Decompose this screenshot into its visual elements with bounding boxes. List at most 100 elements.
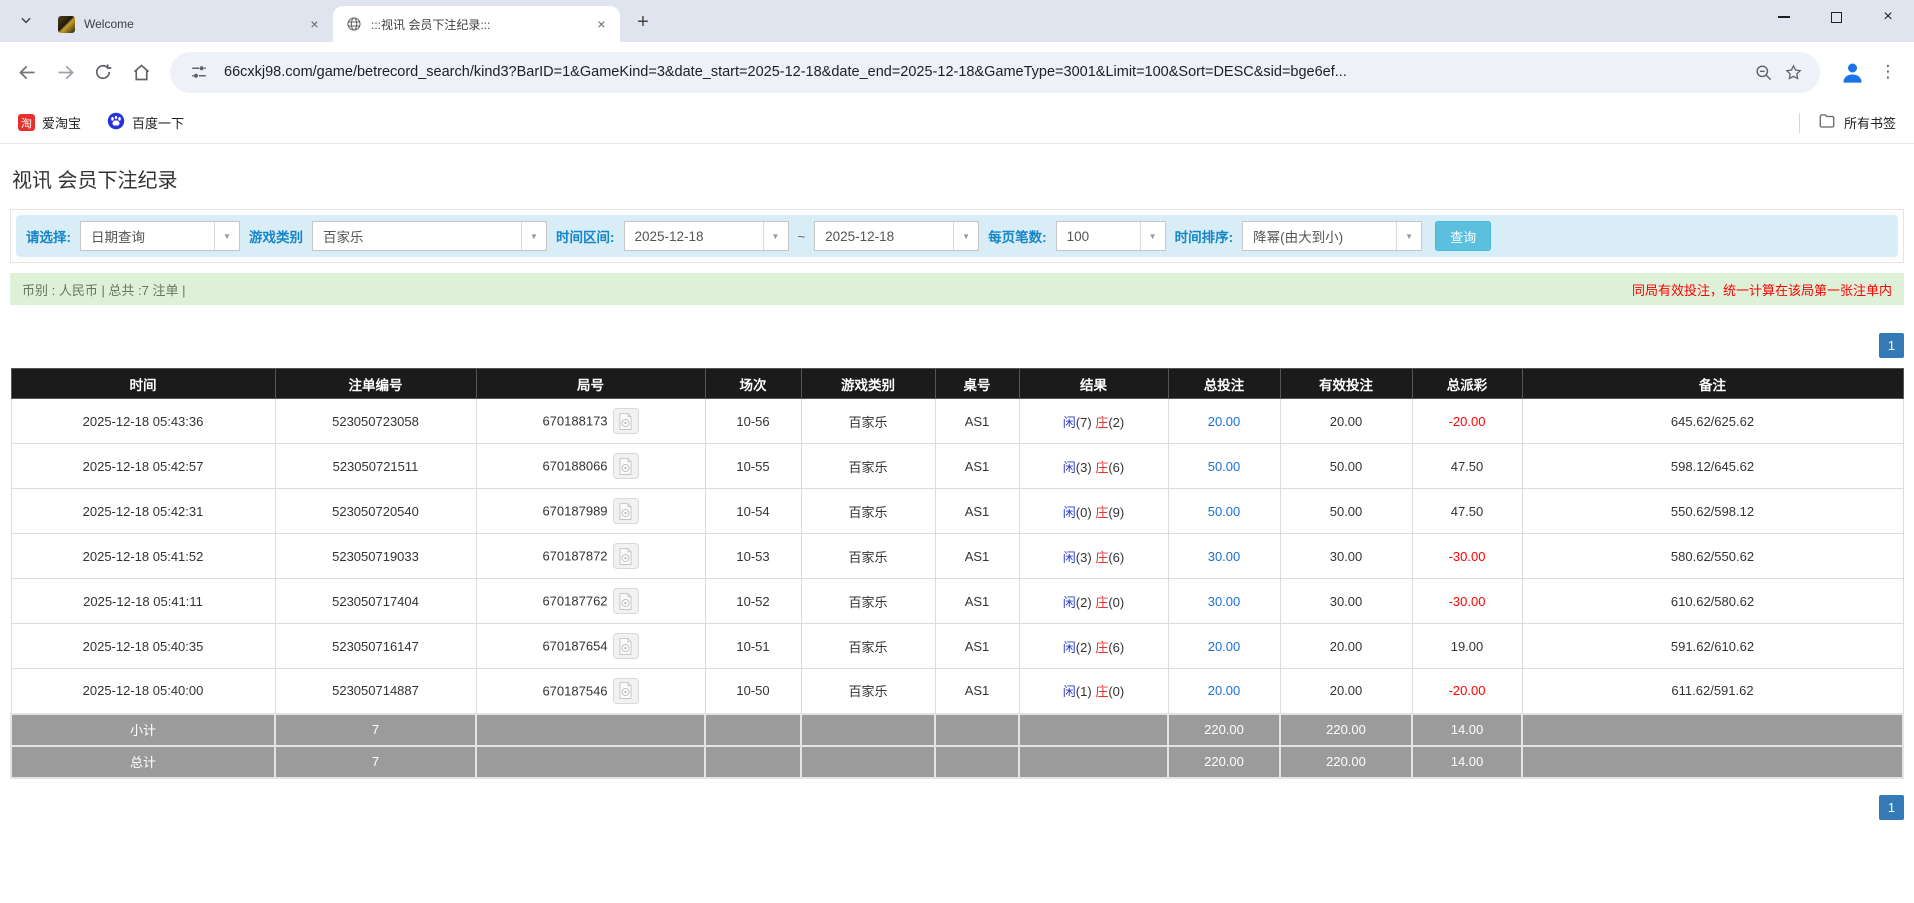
- payout-cell: 19.00: [1412, 624, 1522, 669]
- total-bet-cell[interactable]: 50.00: [1168, 489, 1280, 534]
- table-row: 2025-12-18 05:43:36523050723058670188173…: [11, 399, 1903, 444]
- home-button[interactable]: [122, 53, 160, 91]
- dropdown-arrow-icon: ▼: [1396, 222, 1421, 250]
- browser-menu-icon[interactable]: ⋮: [1876, 54, 1900, 90]
- game-cell: 百家乐: [801, 579, 935, 624]
- footer-cell: [1019, 714, 1168, 746]
- video-record-icon[interactable]: [613, 678, 639, 704]
- footer-cell: [935, 746, 1019, 778]
- footer-cell: 220.00: [1280, 746, 1412, 778]
- video-record-icon[interactable]: [613, 498, 639, 524]
- column-header: 注单编号: [275, 369, 476, 399]
- round-cell: 670187762: [476, 579, 705, 624]
- date-end-select[interactable]: 2025-12-18 ▼: [814, 221, 979, 251]
- video-record-icon[interactable]: [613, 408, 639, 434]
- table-row: 2025-12-18 05:40:35523050716147670187654…: [11, 624, 1903, 669]
- video-record-icon[interactable]: [613, 633, 639, 659]
- address-bar[interactable]: 66cxkj98.com/game/betrecord_search/kind3…: [170, 52, 1820, 93]
- video-record-icon[interactable]: [613, 453, 639, 479]
- video-record-icon[interactable]: [613, 588, 639, 614]
- query-button[interactable]: 查询: [1435, 221, 1491, 251]
- page-number-button[interactable]: 1: [1879, 333, 1904, 358]
- folder-icon: [1818, 112, 1836, 133]
- currency-summary: 币别 : 人民币 | 总共 :7 注单 |: [22, 280, 186, 299]
- valid-bet-cell: 50.00: [1280, 489, 1412, 534]
- table-no-cell: AS1: [935, 579, 1019, 624]
- round-cell: 670187654: [476, 624, 705, 669]
- filter-panel: 请选择: 日期查询 ▼ 游戏类别 百家乐 ▼ 时间区间: 2025-12-18 …: [10, 209, 1904, 263]
- remark-cell: 610.62/580.62: [1522, 579, 1903, 624]
- tab-search-button[interactable]: [12, 8, 40, 36]
- total-bet-cell[interactable]: 30.00: [1168, 579, 1280, 624]
- subtotal-row: 小计7220.00220.0014.00: [11, 714, 1903, 746]
- page-title: 视讯 会员下注纪录: [12, 164, 1904, 193]
- round-no: 670187654: [542, 639, 607, 654]
- back-button[interactable]: [8, 53, 46, 91]
- total-bet-cell[interactable]: 20.00: [1168, 399, 1280, 444]
- query-type-select[interactable]: 日期查询 ▼: [80, 221, 240, 251]
- tab-welcome[interactable]: Welcome ×: [46, 6, 333, 42]
- maximize-button[interactable]: [1810, 0, 1862, 34]
- per-page-select[interactable]: 100 ▼: [1056, 221, 1166, 251]
- all-bookmarks[interactable]: 所有书签: [1799, 112, 1896, 133]
- close-tab-icon[interactable]: ×: [593, 16, 610, 33]
- time-cell: 2025-12-18 05:41:11: [11, 579, 275, 624]
- footer-cell: 220.00: [1168, 714, 1280, 746]
- bookmark-star-icon[interactable]: [1778, 57, 1808, 87]
- result-player: 闲: [1063, 684, 1076, 699]
- session-cell: 10-56: [705, 399, 801, 444]
- bookmark-baidu[interactable]: 百度一下: [107, 112, 184, 133]
- table-no-cell: AS1: [935, 444, 1019, 489]
- table-row: 2025-12-18 05:42:57523050721511670188066…: [11, 444, 1903, 489]
- total-bet-cell[interactable]: 30.00: [1168, 534, 1280, 579]
- zoom-out-icon[interactable]: [1748, 57, 1778, 87]
- url-text[interactable]: 66cxkj98.com/game/betrecord_search/kind3…: [224, 64, 1738, 80]
- total-bet-cell[interactable]: 20.00: [1168, 624, 1280, 669]
- payout-cell: -20.00: [1412, 399, 1522, 444]
- browser-toolbar: 66cxkj98.com/game/betrecord_search/kind3…: [0, 42, 1914, 102]
- remark-cell: 580.62/550.62: [1522, 534, 1903, 579]
- time-cell: 2025-12-18 05:42:31: [11, 489, 275, 534]
- pagination-top: 1: [10, 333, 1904, 358]
- round-cell: 670188173: [476, 399, 705, 444]
- round-no: 670187989: [542, 504, 607, 519]
- footer-cell: [1522, 746, 1903, 778]
- time-cell: 2025-12-18 05:40:00: [11, 669, 275, 714]
- session-cell: 10-50: [705, 669, 801, 714]
- bookmark-label: 爱淘宝: [42, 113, 81, 132]
- total-bet-cell[interactable]: 20.00: [1168, 669, 1280, 714]
- total-bet-cell[interactable]: 50.00: [1168, 444, 1280, 489]
- result-banker: 庄: [1095, 684, 1108, 699]
- dropdown-arrow-icon: ▼: [763, 222, 788, 250]
- close-window-button[interactable]: ×: [1862, 0, 1914, 34]
- bet-no-cell: 523050720540: [275, 489, 476, 534]
- tab-betrecord[interactable]: :::视讯 会员下注纪录::: ×: [333, 6, 620, 42]
- bet-no-cell: 523050714887: [275, 669, 476, 714]
- sort-select[interactable]: 降幂(由大到小) ▼: [1242, 221, 1422, 251]
- valid-bet-notice: 同局有效投注，统一计算在该局第一张注单内: [1632, 280, 1892, 299]
- game-type-select[interactable]: 百家乐 ▼: [312, 221, 547, 251]
- dropdown-arrow-icon: ▼: [1140, 222, 1165, 250]
- table-no-cell: AS1: [935, 489, 1019, 534]
- minimize-icon: [1778, 16, 1790, 18]
- page-number-button[interactable]: 1: [1879, 795, 1904, 820]
- minimize-button[interactable]: [1758, 0, 1810, 34]
- footer-cell: [801, 746, 935, 778]
- column-header: 局号: [476, 369, 705, 399]
- date-start-select[interactable]: 2025-12-18 ▼: [624, 221, 789, 251]
- forward-button[interactable]: [46, 53, 84, 91]
- select-value: 百家乐: [313, 222, 521, 250]
- new-tab-button[interactable]: +: [628, 7, 658, 37]
- video-record-icon[interactable]: [613, 543, 639, 569]
- close-tab-icon[interactable]: ×: [306, 16, 323, 33]
- tune-icon[interactable]: [184, 57, 214, 87]
- profile-avatar[interactable]: [1834, 54, 1870, 90]
- range-separator: ~: [798, 229, 806, 244]
- reload-button[interactable]: [84, 53, 122, 91]
- round-cell: 670187989: [476, 489, 705, 534]
- time-cell: 2025-12-18 05:42:57: [11, 444, 275, 489]
- round-cell: 670187546: [476, 669, 705, 714]
- select-value: 100: [1057, 222, 1140, 250]
- dropdown-arrow-icon: ▼: [214, 222, 239, 250]
- bookmark-aitaobao[interactable]: 淘 爱淘宝: [18, 113, 81, 132]
